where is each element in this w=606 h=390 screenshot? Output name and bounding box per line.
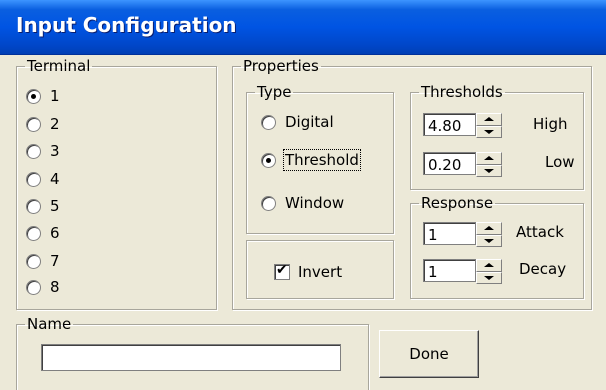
low-threshold-input[interactable]: 0.20	[423, 152, 476, 175]
spin-down-button[interactable]	[476, 234, 502, 247]
invert-label: Invert	[298, 263, 343, 281]
terminal-radio-6[interactable]: 6	[26, 223, 60, 243]
input-configuration-window: Input Configuration Terminal 1 2 3 4 5 6…	[0, 0, 606, 390]
name-input[interactable]	[41, 344, 341, 371]
response-legend: Response	[421, 194, 494, 212]
decay-spinner[interactable]: 1	[423, 259, 502, 284]
title-bar[interactable]: Input Configuration	[0, 0, 606, 55]
terminal-radio-2[interactable]: 2	[26, 114, 60, 134]
terminal-radio-3[interactable]: 3	[26, 141, 60, 161]
terminal-radio-8[interactable]: 8	[26, 277, 60, 297]
radio-indicator	[26, 88, 41, 104]
spin-down-button[interactable]	[476, 271, 502, 284]
terminal-radio-label: 4	[50, 170, 60, 188]
checkbox-indicator	[274, 262, 290, 280]
type-radio-label: Threshold	[283, 149, 361, 171]
terminal-radio-label: 3	[50, 142, 60, 160]
decay-input[interactable]: 1	[423, 259, 476, 282]
spin-up-button[interactable]	[476, 152, 502, 165]
terminal-radio-7[interactable]: 7	[26, 251, 60, 271]
radio-indicator	[26, 116, 41, 132]
radio-indicator	[26, 143, 41, 159]
terminal-radio-5[interactable]: 5	[26, 196, 60, 216]
radio-indicator	[261, 195, 276, 211]
radio-indicator	[26, 225, 41, 241]
attack-label: Attack	[516, 223, 564, 241]
spin-up-button[interactable]	[476, 113, 502, 126]
high-threshold-spinner[interactable]: 4.80	[423, 113, 502, 138]
window-title: Input Configuration	[16, 13, 237, 37]
spinner-arrows	[476, 152, 502, 177]
terminal-radio-label: 5	[50, 197, 60, 215]
name-legend: Name	[27, 315, 72, 333]
radio-indicator	[261, 152, 276, 168]
radio-indicator	[26, 253, 41, 269]
terminal-radio-label: 6	[50, 224, 60, 242]
attack-spinner[interactable]: 1	[423, 222, 502, 247]
terminal-radio-label: 2	[50, 115, 60, 133]
type-radio-threshold[interactable]: Threshold	[261, 149, 361, 171]
high-label: High	[533, 115, 568, 133]
type-legend: Type	[257, 83, 292, 101]
spinner-arrows	[476, 222, 502, 247]
terminal-legend: Terminal	[27, 57, 91, 75]
spin-up-button[interactable]	[476, 259, 502, 272]
properties-legend: Properties	[243, 57, 319, 75]
high-threshold-input[interactable]: 4.80	[423, 113, 476, 136]
low-label: Low	[545, 153, 575, 171]
radio-indicator	[26, 171, 41, 187]
decay-label: Decay	[519, 260, 567, 278]
type-radio-digital[interactable]: Digital	[261, 112, 334, 132]
terminal-radio-4[interactable]: 4	[26, 169, 60, 189]
terminal-radio-label: 7	[50, 252, 60, 270]
type-radio-window[interactable]: Window	[261, 193, 344, 213]
spin-up-button[interactable]	[476, 222, 502, 235]
terminal-radio-label: 8	[50, 278, 60, 296]
terminal-radio-1[interactable]: 1	[26, 86, 60, 106]
done-button[interactable]: Done	[379, 330, 479, 378]
radio-indicator	[26, 198, 41, 214]
type-radio-label: Digital	[285, 113, 334, 131]
terminal-radio-label: 1	[50, 87, 60, 105]
spinner-arrows	[476, 113, 502, 138]
attack-input[interactable]: 1	[423, 222, 476, 245]
spin-down-button[interactable]	[476, 164, 502, 177]
spinner-arrows	[476, 259, 502, 284]
thresholds-legend: Thresholds	[421, 83, 503, 101]
type-radio-label: Window	[285, 194, 345, 212]
spin-down-button[interactable]	[476, 125, 502, 138]
radio-indicator	[261, 114, 276, 130]
invert-checkbox[interactable]: Invert	[274, 262, 342, 282]
low-threshold-spinner[interactable]: 0.20	[423, 152, 502, 177]
radio-indicator	[26, 279, 41, 295]
